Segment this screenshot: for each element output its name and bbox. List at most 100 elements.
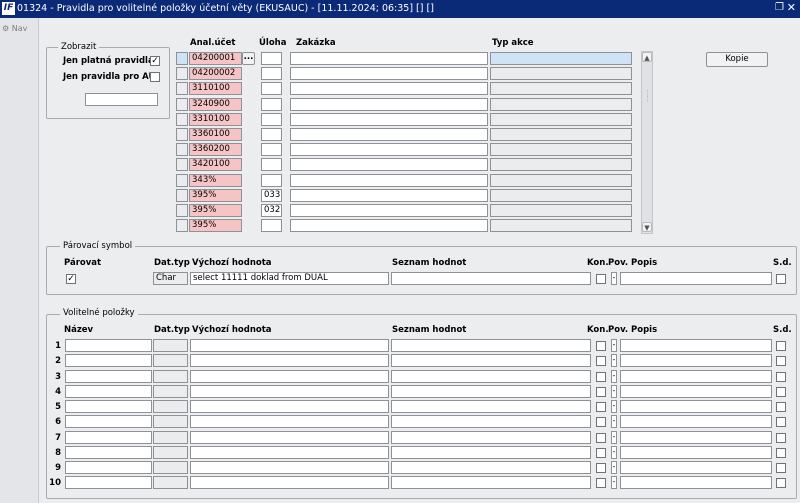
vychozi-field[interactable]: [190, 400, 389, 413]
anal-ucet-field[interactable]: 3360200: [189, 143, 242, 156]
row-selector[interactable]: [176, 98, 188, 111]
zakazka-field[interactable]: [290, 82, 488, 95]
vychozi-field[interactable]: [190, 385, 389, 398]
par-seznam-field[interactable]: [391, 272, 591, 285]
uloha-field[interactable]: 032: [261, 204, 282, 217]
jen-platna-checkbox[interactable]: ✓: [150, 56, 160, 66]
anal-ucet-field[interactable]: 343%: [189, 174, 242, 187]
row-selector[interactable]: [176, 219, 188, 232]
typ-akce-field[interactable]: [490, 189, 632, 202]
dattyp-field[interactable]: [153, 446, 188, 459]
seznam-field[interactable]: [391, 370, 591, 383]
row-selector[interactable]: [176, 52, 188, 65]
dattyp-field[interactable]: [153, 476, 188, 489]
vychozi-field[interactable]: [190, 431, 389, 444]
nazev-field[interactable]: [65, 461, 152, 474]
anal-ucet-field[interactable]: 395%: [189, 219, 242, 232]
sd-checkbox[interactable]: [776, 463, 786, 473]
anal-ucet-field[interactable]: 3110100: [189, 82, 242, 95]
seznam-field[interactable]: [391, 385, 591, 398]
par-kon-checkbox[interactable]: [596, 274, 606, 284]
row-selector[interactable]: [176, 113, 188, 126]
typ-akce-field[interactable]: [490, 67, 632, 80]
anal-ucet-field[interactable]: 3240900: [189, 98, 242, 111]
scroll-up-icon[interactable]: ▲: [642, 52, 652, 62]
lov-button[interactable]: ...: [242, 52, 255, 65]
sd-checkbox[interactable]: [776, 478, 786, 488]
scroll-down-icon[interactable]: ▼: [642, 222, 652, 232]
seznam-field[interactable]: [391, 476, 591, 489]
popis-field[interactable]: [620, 339, 772, 352]
nav-button[interactable]: ⚙ Nav: [2, 24, 27, 33]
nazev-field[interactable]: [65, 354, 152, 367]
kon-checkbox[interactable]: [596, 387, 606, 397]
typ-akce-field[interactable]: [490, 174, 632, 187]
pov-field[interactable]: -: [611, 461, 617, 474]
popis-field[interactable]: [620, 415, 772, 428]
nazev-field[interactable]: [65, 400, 152, 413]
anal-ucet-field[interactable]: 3420100: [189, 158, 242, 171]
vychozi-field[interactable]: [190, 354, 389, 367]
uloha-field[interactable]: [261, 52, 282, 65]
vychozi-field[interactable]: [190, 415, 389, 428]
pov-field[interactable]: -: [611, 431, 617, 444]
row-selector[interactable]: [176, 128, 188, 141]
uloha-field[interactable]: [261, 158, 282, 171]
dattyp-field[interactable]: [153, 354, 188, 367]
kon-checkbox[interactable]: [596, 478, 606, 488]
sd-checkbox[interactable]: [776, 372, 786, 382]
typ-akce-field[interactable]: [490, 82, 632, 95]
seznam-field[interactable]: [391, 461, 591, 474]
kon-checkbox[interactable]: [596, 433, 606, 443]
vychozi-field[interactable]: [190, 339, 389, 352]
anal-ucet-field[interactable]: 3310100: [189, 113, 242, 126]
uloha-field[interactable]: 033: [261, 189, 282, 202]
row-selector[interactable]: [176, 204, 188, 217]
uloha-field[interactable]: [261, 128, 282, 141]
dattyp-field[interactable]: [153, 385, 188, 398]
zakazka-field[interactable]: [290, 67, 488, 80]
zakazka-field[interactable]: [290, 52, 488, 65]
kon-checkbox[interactable]: [596, 341, 606, 351]
close-icon[interactable]: ✕: [787, 1, 796, 14]
nazev-field[interactable]: [65, 446, 152, 459]
kopie-button[interactable]: Kopie: [706, 52, 768, 67]
parovat-checkbox[interactable]: ✓: [66, 274, 76, 284]
kon-checkbox[interactable]: [596, 402, 606, 412]
dattyp-field[interactable]: [153, 400, 188, 413]
row-selector[interactable]: [176, 189, 188, 202]
sd-checkbox[interactable]: [776, 402, 786, 412]
pov-field[interactable]: -: [611, 354, 617, 367]
seznam-field[interactable]: [391, 339, 591, 352]
uloha-field[interactable]: [261, 113, 282, 126]
typ-akce-field[interactable]: [490, 128, 632, 141]
popis-field[interactable]: [620, 431, 772, 444]
seznam-field[interactable]: [391, 400, 591, 413]
popis-field[interactable]: [620, 461, 772, 474]
zakazka-field[interactable]: [290, 128, 488, 141]
zakazka-field[interactable]: [290, 158, 488, 171]
typ-akce-field[interactable]: [490, 204, 632, 217]
zakazka-field[interactable]: [290, 219, 488, 232]
dattyp-field[interactable]: [153, 431, 188, 444]
pov-field[interactable]: -: [611, 370, 617, 383]
row-selector[interactable]: [176, 158, 188, 171]
kon-checkbox[interactable]: [596, 448, 606, 458]
kon-checkbox[interactable]: [596, 463, 606, 473]
nazev-field[interactable]: [65, 339, 152, 352]
vychozi-field[interactable]: [190, 446, 389, 459]
typ-akce-field[interactable]: [490, 98, 632, 111]
scroll-grip-icon[interactable]: ⋮ ⋮: [644, 90, 651, 103]
pov-field[interactable]: -: [611, 385, 617, 398]
seznam-field[interactable]: [391, 446, 591, 459]
zakazka-field[interactable]: [290, 98, 488, 111]
nazev-field[interactable]: [65, 385, 152, 398]
anal-ucet-field[interactable]: 395%: [189, 204, 242, 217]
nazev-field[interactable]: [65, 415, 152, 428]
uloha-field[interactable]: [261, 174, 282, 187]
row-selector[interactable]: [176, 174, 188, 187]
uloha-field[interactable]: [261, 219, 282, 232]
popis-field[interactable]: [620, 400, 772, 413]
filter-field[interactable]: [85, 93, 158, 106]
uloha-field[interactable]: [261, 67, 282, 80]
